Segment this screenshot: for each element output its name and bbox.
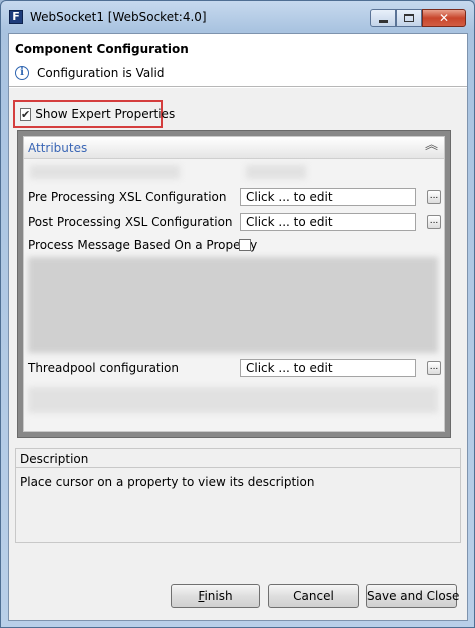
header-section: Component Configuration i Configuration …: [9, 34, 467, 87]
finish-label-rest: inish: [204, 589, 233, 603]
show-expert-properties-toggle[interactable]: ✔ Show Expert Properties: [13, 100, 175, 128]
expert-checkbox[interactable]: ✔: [20, 107, 32, 121]
blurred-property-row: [28, 387, 438, 413]
minimize-button[interactable]: [370, 9, 396, 27]
cancel-button[interactable]: Cancel: [268, 584, 359, 608]
maximize-button[interactable]: [396, 9, 422, 27]
close-icon: ✕: [438, 11, 450, 25]
dialog-window: F WebSocket1 [WebSocket:4.0] ✕ Component…: [0, 0, 475, 628]
page-title: Component Configuration: [15, 42, 189, 56]
blurred-property-value: [246, 165, 306, 179]
close-button[interactable]: ✕: [422, 9, 466, 27]
attributes-title: Attributes: [28, 141, 88, 155]
attributes-panel: Attributes ︽ Pre Processing XSL Configur…: [23, 136, 445, 432]
maximize-icon: [404, 14, 414, 22]
threadpool-configuration-ellipsis-button[interactable]: ...: [427, 361, 441, 375]
description-title: Description: [20, 452, 89, 466]
blurred-properties-block: [28, 257, 438, 353]
pre-processing-xsl-field[interactable]: Click ... to edit ...: [240, 188, 441, 206]
pre-processing-xsl-value: Click ... to edit: [246, 190, 333, 204]
body-section: ✔ Show Expert Properties Attributes ︽ Pr…: [9, 88, 467, 620]
process-message-property-checkbox[interactable]: [239, 239, 251, 251]
blurred-property-label: [30, 165, 180, 179]
finish-button[interactable]: Finish: [171, 584, 260, 608]
description-divider: [16, 467, 460, 468]
post-processing-xsl-label: Post Processing XSL Configuration: [28, 215, 233, 229]
attributes-frame: Attributes ︽ Pre Processing XSL Configur…: [17, 130, 451, 438]
threadpool-configuration-field[interactable]: Click ... to edit ...: [240, 359, 441, 377]
window-title: WebSocket1 [WebSocket:4.0]: [30, 10, 207, 24]
minimize-icon: [378, 19, 388, 23]
post-processing-xsl-field[interactable]: Click ... to edit ...: [240, 213, 441, 231]
attributes-header[interactable]: Attributes ︽: [24, 137, 444, 159]
title-bar[interactable]: F WebSocket1 [WebSocket:4.0] ✕: [1, 1, 474, 33]
expert-label: Show Expert Properties: [35, 107, 176, 121]
pre-processing-xsl-label: Pre Processing XSL Configuration: [28, 190, 227, 204]
collapse-icon[interactable]: ︽: [425, 139, 438, 153]
threadpool-configuration-value: Click ... to edit: [246, 361, 333, 375]
post-processing-xsl-ellipsis-button[interactable]: ...: [427, 215, 441, 229]
description-panel: Description Place cursor on a property t…: [15, 448, 461, 543]
threadpool-configuration-label: Threadpool configuration: [28, 361, 180, 375]
post-processing-xsl-value: Click ... to edit: [246, 215, 333, 229]
dialog-client-area: Component Configuration i Configuration …: [8, 33, 468, 621]
process-message-property-label: Process Message Based On a Property: [28, 238, 258, 252]
pre-processing-xsl-ellipsis-button[interactable]: ...: [427, 190, 441, 204]
save-and-close-button[interactable]: Save and Close: [366, 584, 459, 608]
app-icon: F: [9, 10, 23, 24]
description-text: Place cursor on a property to view its d…: [20, 475, 315, 489]
info-icon: i: [15, 66, 29, 80]
validation-status: i Configuration is Valid: [15, 66, 165, 80]
status-text: Configuration is Valid: [37, 66, 165, 80]
